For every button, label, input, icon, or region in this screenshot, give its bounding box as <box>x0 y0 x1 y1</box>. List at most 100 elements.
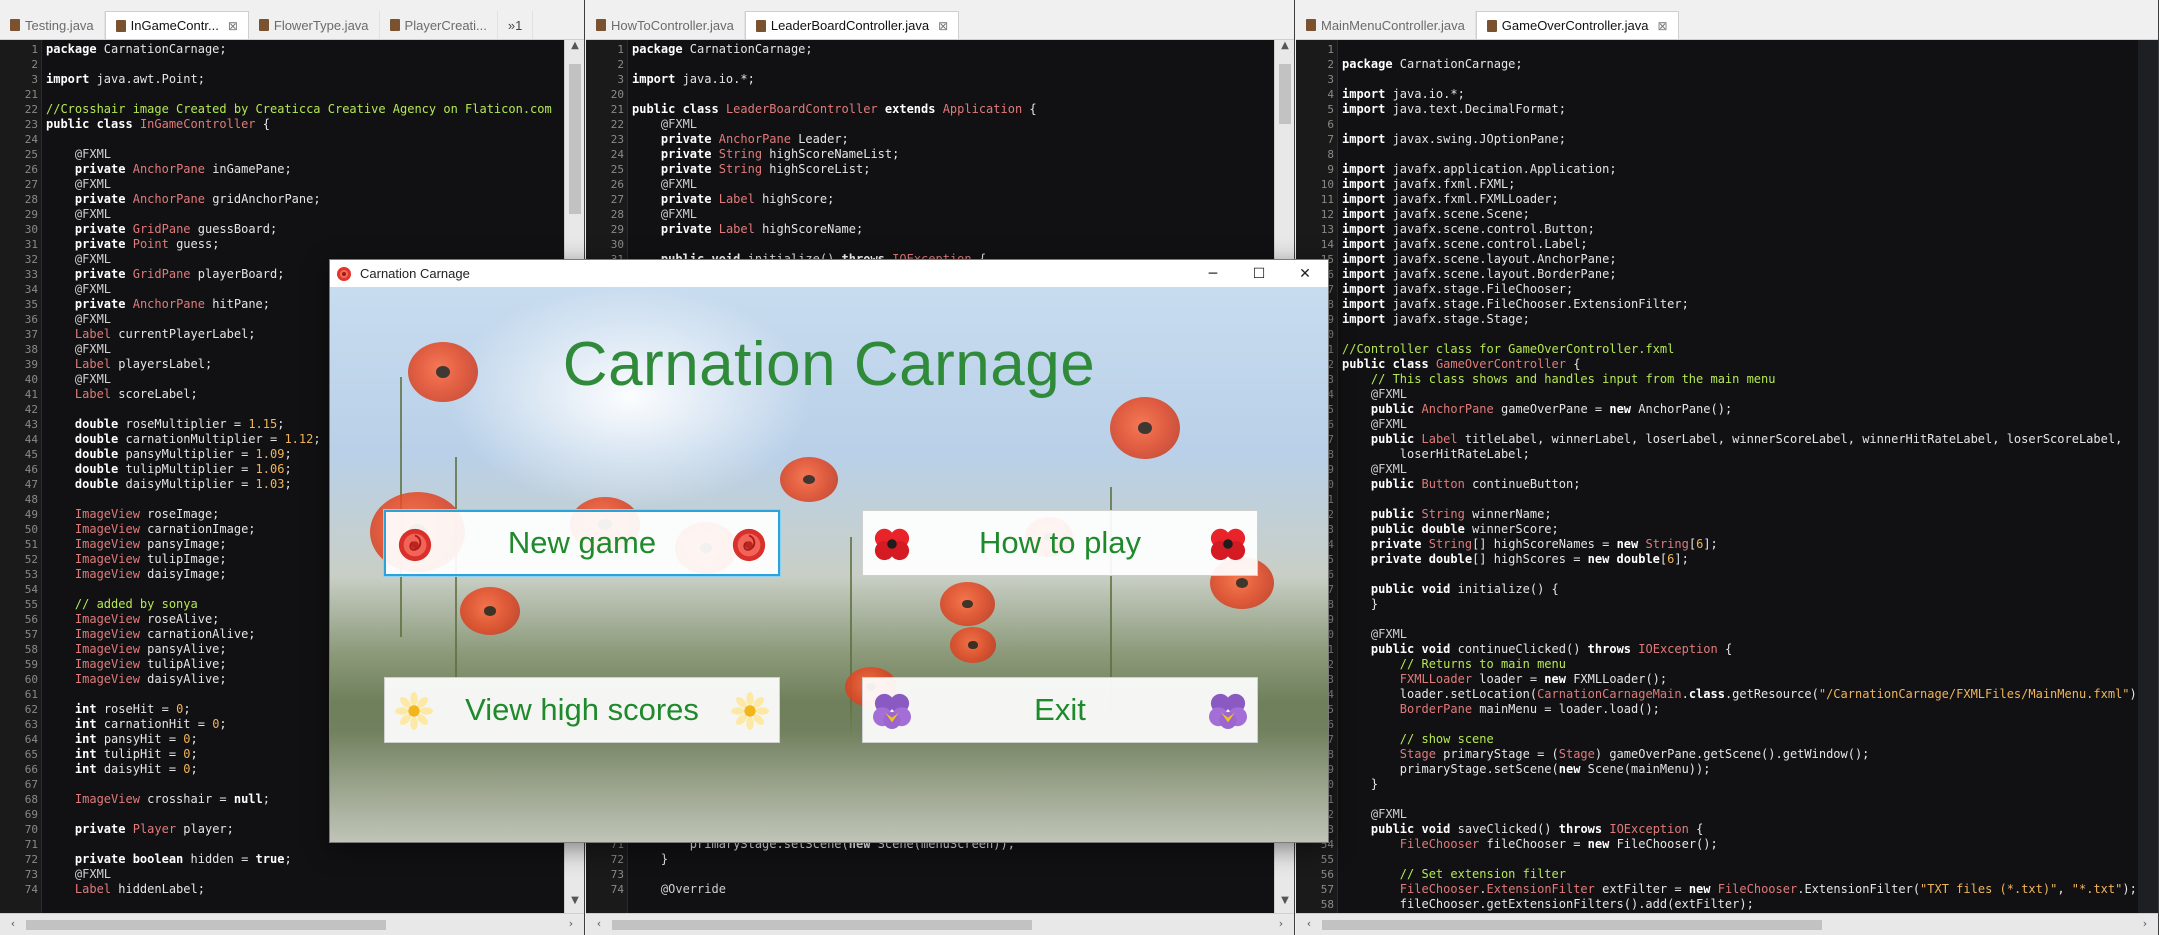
code-text: private String[] highScoreNames = new St… <box>1370 537 1718 551</box>
code-line: 2 <box>586 57 1274 72</box>
editor-tab[interactable]: »1 <box>498 11 534 39</box>
tab-close-icon[interactable]: ⊠ <box>228 19 238 33</box>
code-line: 29 @FXML <box>0 207 564 222</box>
line-number: 68 <box>24 793 38 806</box>
code-editor[interactable]: 1 2 package CarnationCarnage; 3 4 import java… <box>1296 40 2138 913</box>
code-text: @FXML <box>74 177 112 191</box>
poppy-decoration <box>460 587 520 635</box>
close-button[interactable]: ✕ <box>1282 260 1328 287</box>
editor-tab[interactable]: Testing.java <box>0 11 105 39</box>
code-text: @FXML <box>1370 417 1408 431</box>
code-line: 36 <box>1296 567 2138 582</box>
minimize-button[interactable]: ─ <box>1190 260 1236 287</box>
view-high-scores-button[interactable]: View high scores <box>384 677 780 743</box>
line-number: 49 <box>24 508 38 521</box>
line-number: 66 <box>24 763 38 776</box>
code-text: import java.io.*; <box>1342 87 1465 101</box>
editor-tab[interactable]: FlowerType.java <box>249 11 380 39</box>
line-number: 74 <box>610 883 624 896</box>
code-line: 47 // show scene <box>1296 732 2138 747</box>
tab-close-icon[interactable]: ⊠ <box>938 19 948 33</box>
desktop: Testing.java InGameContr... ⊠ FlowerType.ja… <box>0 0 2159 935</box>
code-line: 31 <box>1296 492 2138 507</box>
horizontal-scrollbar[interactable]: ‹ › <box>0 913 584 935</box>
code-line: 3 <box>1296 72 2138 87</box>
code-line: 52 @FXML <box>1296 807 2138 822</box>
line-number: 27 <box>24 178 38 191</box>
scroll-thumb[interactable] <box>1279 64 1291 124</box>
code-line: 30 public Button continueButton; <box>1296 477 2138 492</box>
code-text: import javax.swing.JOptionPane; <box>1342 132 1566 146</box>
code-text: public Button continueButton; <box>1370 477 1581 491</box>
line-number: 28 <box>610 208 624 221</box>
scroll-thumb[interactable] <box>1322 920 1822 930</box>
code-text: private Point guess; <box>74 237 220 251</box>
scroll-up-icon[interactable]: ▲ <box>1275 40 1294 58</box>
editor-tab-label: HowToController.java <box>611 17 734 33</box>
code-text: import javafx.scene.layout.BorderPane; <box>1342 267 1617 281</box>
code-line: 20 <box>586 87 1274 102</box>
code-line: 35 private double[] highScores = new dou… <box>1296 552 2138 567</box>
code-line: 6 <box>1296 117 2138 132</box>
poppy-decoration <box>1110 397 1180 459</box>
code-text: import javafx.fxml.FXMLLoader; <box>1342 192 1559 206</box>
line-number: 73 <box>24 868 38 881</box>
scroll-thumb[interactable] <box>612 920 1032 930</box>
code-line: 73 <box>586 867 1274 882</box>
scroll-up-icon[interactable]: ▲ <box>565 40 584 58</box>
code-text: import java.text.DecimalFormat; <box>1342 102 1566 116</box>
code-line: 26 @FXML <box>586 177 1274 192</box>
editor-tab[interactable]: HowToController.java <box>586 11 745 39</box>
scroll-left-icon[interactable]: ‹ <box>1300 917 1318 930</box>
line-number: 64 <box>24 733 38 746</box>
scroll-down-icon[interactable]: ▼ <box>1275 895 1294 913</box>
horizontal-scrollbar[interactable]: ‹ › <box>1296 913 2158 935</box>
scroll-thumb[interactable] <box>569 64 581 214</box>
code-line: 19import javafx.stage.Stage; <box>1296 312 2138 327</box>
editor-pane-gameover: MainMenuController.java GameOverControlle… <box>1296 0 2159 935</box>
editor-tab[interactable]: InGameContr... ⊠ <box>104 11 249 39</box>
code-line: 9 import javafx.application.Application; <box>1296 162 2138 177</box>
how-to-play-button[interactable]: How to play <box>862 510 1258 576</box>
code-line: 18import javafx.stage.FileChooser.Extens… <box>1296 297 2138 312</box>
line-number: 1 <box>1327 43 1334 56</box>
new-game-button[interactable]: New game <box>384 510 780 576</box>
code-text: @FXML <box>1370 807 1408 821</box>
line-number: 40 <box>24 373 38 386</box>
scroll-left-icon[interactable]: ‹ <box>590 917 608 930</box>
editor-tab[interactable]: PlayerCreati... <box>380 11 498 39</box>
java-file-icon <box>596 19 606 31</box>
code-line: 33 public double winnerScore; <box>1296 522 2138 537</box>
line-number: 31 <box>24 238 38 251</box>
line-number: 23 <box>610 133 624 146</box>
code-text: private Label highScore; <box>660 192 835 206</box>
line-number: 50 <box>24 523 38 536</box>
code-text: package CarnationCarnage; <box>1342 57 1523 71</box>
maximize-button[interactable]: ☐ <box>1236 260 1282 287</box>
code-line: 17import javafx.stage.FileChooser; <box>1296 282 2138 297</box>
view-high-scores-label: View high scores <box>465 692 699 727</box>
horizontal-scrollbar[interactable]: ‹ › <box>586 913 1294 935</box>
exit-button[interactable]: Exit <box>862 677 1258 743</box>
editor-tab-label: GameOverController.java <box>1501 18 1649 33</box>
window-titlebar[interactable]: Carnation Carnage ─ ☐ ✕ <box>330 260 1328 287</box>
code-line: 14 import javafx.scene.control.Label; <box>1296 237 2138 252</box>
scroll-right-icon[interactable]: › <box>2136 917 2154 930</box>
scroll-right-icon[interactable]: › <box>562 917 580 930</box>
line-number: 23 <box>24 118 38 131</box>
editor-tab[interactable]: MainMenuController.java <box>1296 11 1476 39</box>
editor-tab[interactable]: LeaderBoardController.java ⊠ <box>744 11 960 39</box>
line-number: 38 <box>24 343 38 356</box>
editor-tab-label: InGameContr... <box>130 18 219 33</box>
scroll-down-icon[interactable]: ▼ <box>565 895 584 913</box>
poppy-icon <box>874 528 910 561</box>
code-text: // Returns to main menu <box>1399 657 1566 671</box>
line-number: 20 <box>610 88 624 101</box>
scroll-thumb[interactable] <box>26 920 386 930</box>
tab-close-icon[interactable]: ⊠ <box>1657 19 1667 33</box>
scroll-right-icon[interactable]: › <box>1272 917 1290 930</box>
editor-tab[interactable]: GameOverController.java ⊠ <box>1475 11 1679 39</box>
code-line: 1 package CarnationCarnage; <box>0 42 564 57</box>
code-line: 25 private String highScoreList; <box>586 162 1274 177</box>
scroll-left-icon[interactable]: ‹ <box>4 917 22 930</box>
